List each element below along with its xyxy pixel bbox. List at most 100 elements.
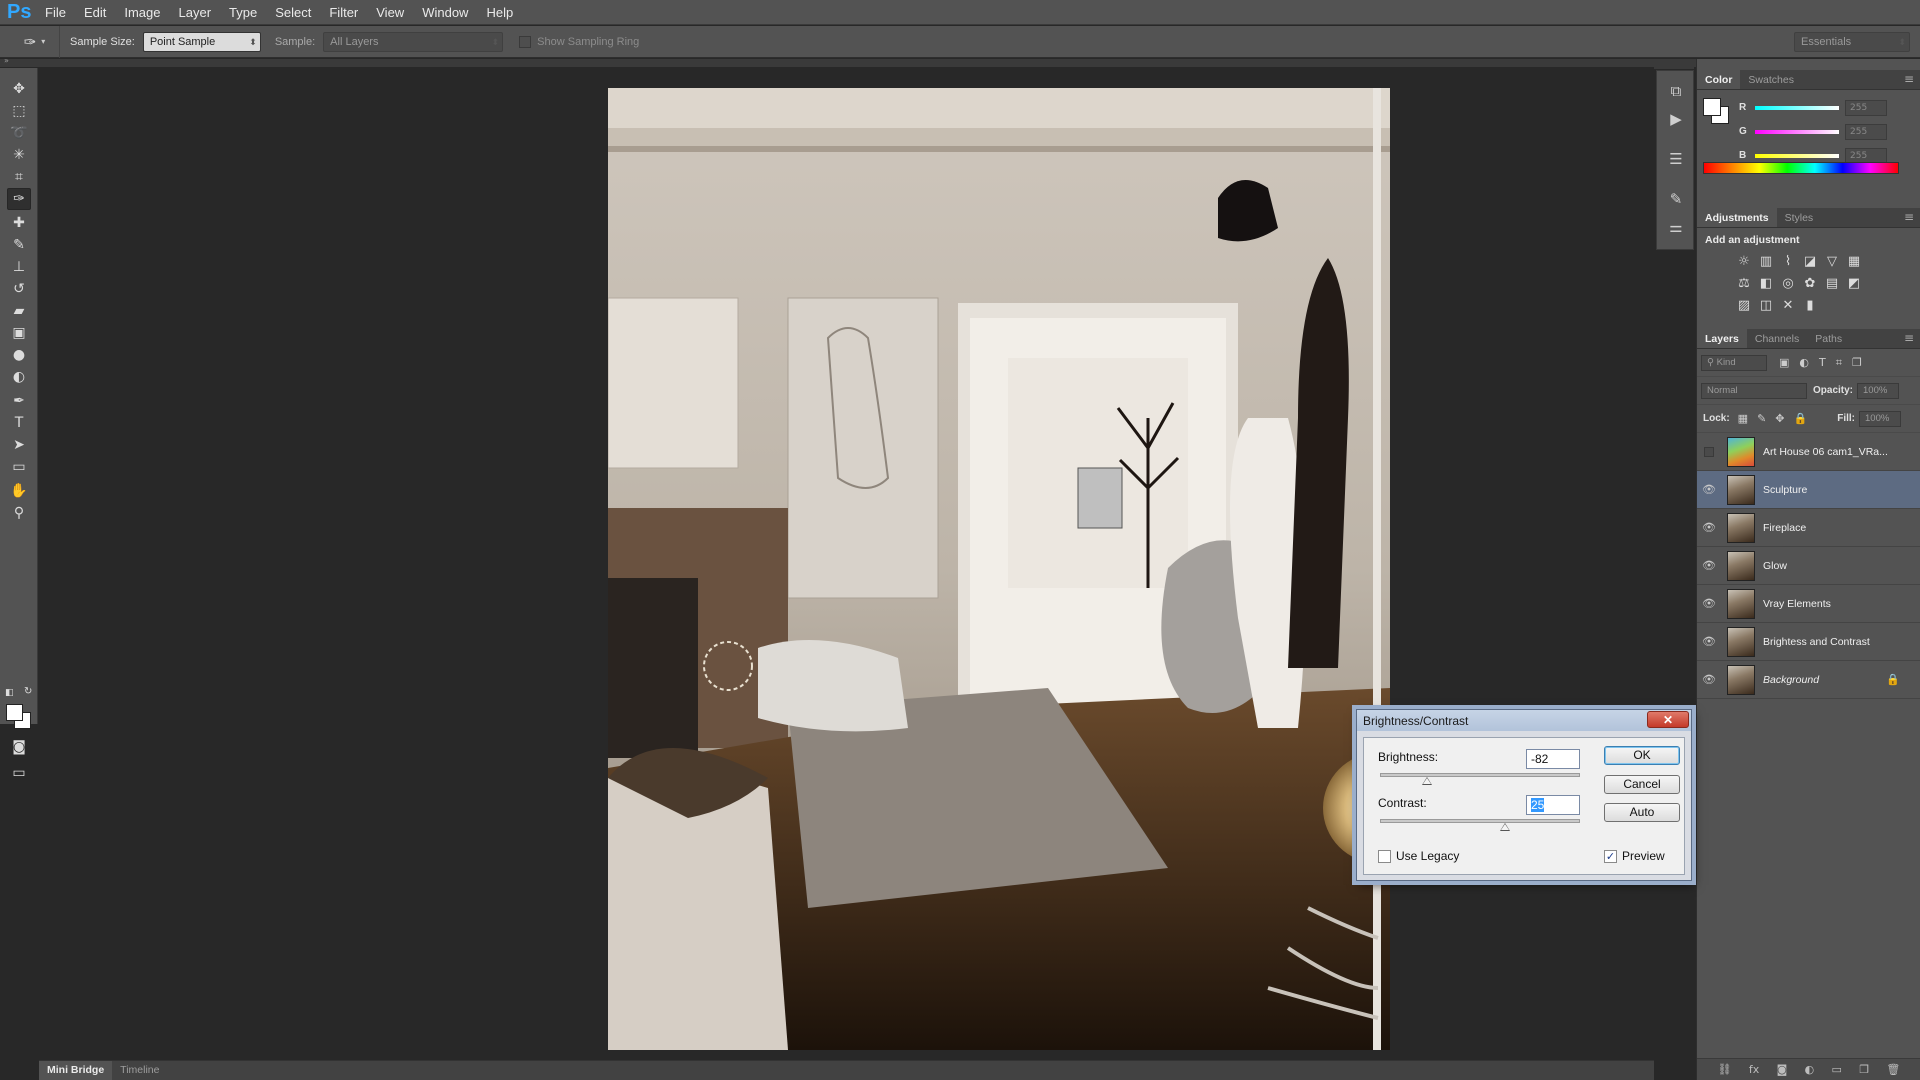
menu-file[interactable]: File [36, 0, 75, 25]
rectangle-tool[interactable]: ▭ [7, 456, 31, 478]
brightness-contrast-icon[interactable]: ☼ [1733, 250, 1755, 272]
channel-slider[interactable] [1755, 130, 1839, 134]
default-colors-icon[interactable]: ◧ [5, 688, 14, 698]
menu-window[interactable]: Window [413, 0, 477, 25]
menu-edit[interactable]: Edit [75, 0, 115, 25]
marquee-tool[interactable]: ⬚ [7, 100, 31, 122]
brush-presets-icon[interactable]: ⚌ [1666, 217, 1686, 237]
eyedropper-tool[interactable]: ✑ [7, 188, 31, 210]
tool-preset-picker[interactable]: ✑ ▾ [10, 25, 60, 58]
eye-icon[interactable]: 👁 [1697, 635, 1721, 648]
layer-row[interactable]: 👁 Brightess and Contrast [1697, 623, 1920, 661]
tab-styles[interactable]: Styles [1777, 208, 1822, 227]
trash-icon[interactable]: 🗑 [1886, 1063, 1900, 1076]
visibility-toggle[interactable] [1704, 446, 1714, 457]
brush-tool[interactable]: ✎ [7, 234, 31, 256]
layer-row[interactable]: 👁 Fireplace [1697, 509, 1920, 547]
layer-row[interactable]: 👁 Background 🔒 [1697, 661, 1920, 699]
type-tool[interactable]: T [7, 412, 31, 434]
use-legacy-checkbox[interactable] [1378, 850, 1391, 863]
channel-mixer-icon[interactable]: ✿ [1799, 272, 1821, 294]
menu-view[interactable]: View [367, 0, 413, 25]
workspace-select[interactable]: Essentials [1794, 32, 1910, 52]
screen-mode-button[interactable]: ▭ [7, 762, 31, 784]
color-lookup-icon[interactable]: ▤ [1821, 272, 1843, 294]
tab-color[interactable]: Color [1697, 70, 1741, 89]
group-icon[interactable]: ▭ [1831, 1063, 1841, 1076]
eye-icon[interactable]: 👁 [1697, 483, 1721, 496]
cancel-button[interactable]: Cancel [1604, 775, 1680, 794]
layer-row[interactable]: Art House 06 cam1_VRa... [1697, 433, 1920, 471]
document-canvas[interactable] [608, 88, 1390, 1050]
panel-menu-icon[interactable]: ≡ [1904, 210, 1914, 224]
brightness-slider-thumb[interactable] [1422, 777, 1432, 785]
new-layer-icon[interactable]: ❐ [1859, 1063, 1869, 1076]
swap-colors-icon[interactable]: ↻ [24, 686, 32, 697]
eye-icon[interactable]: 👁 [1697, 597, 1721, 610]
layer-row[interactable]: 👁 Vray Elements [1697, 585, 1920, 623]
threshold-icon[interactable]: ◫ [1755, 294, 1777, 316]
spot-healing-tool[interactable]: ✚ [7, 212, 31, 234]
zoom-tool[interactable]: ⚲ [7, 502, 31, 524]
menu-layer[interactable]: Layer [170, 0, 221, 25]
properties-panel-icon[interactable]: ☰ [1666, 149, 1686, 169]
fill-input[interactable]: 100% [1859, 410, 1901, 427]
show-sampling-ring-checkbox[interactable] [519, 35, 532, 48]
filter-pixel-icon[interactable]: ▣ [1779, 356, 1789, 369]
expand-arrows-icon[interactable]: » [4, 56, 9, 65]
hue-saturation-icon[interactable]: ▦ [1843, 250, 1865, 272]
actions-panel-icon[interactable]: ▶ [1666, 109, 1686, 129]
adjustment-layer-icon[interactable]: ◐ [1805, 1063, 1815, 1076]
brightness-input[interactable]: -82 [1526, 749, 1580, 769]
hand-tool[interactable]: ✋ [7, 480, 31, 502]
curves-icon[interactable]: ⌇ [1777, 250, 1799, 272]
eye-icon[interactable]: 👁 [1697, 559, 1721, 572]
sample-size-select[interactable]: Point Sample [142, 31, 261, 52]
black-white-icon[interactable]: ◧ [1755, 272, 1777, 294]
path-selection-tool[interactable]: ➤ [7, 434, 31, 456]
tab-layers[interactable]: Layers [1697, 329, 1747, 348]
blend-mode-select[interactable]: Normal [1701, 382, 1807, 399]
lock-position-icon[interactable]: ✥ [1775, 412, 1784, 425]
menu-filter[interactable]: Filter [320, 0, 367, 25]
history-brush-tool[interactable]: ↺ [7, 278, 31, 300]
layer-row[interactable]: 👁 Glow [1697, 547, 1920, 585]
mask-icon[interactable]: ◙ [1777, 1063, 1788, 1076]
menu-help[interactable]: Help [477, 0, 522, 25]
contrast-input[interactable]: 25 [1526, 795, 1580, 815]
channel-slider[interactable] [1755, 154, 1839, 158]
lasso-tool[interactable]: ➰ [7, 122, 31, 144]
filter-type-icon[interactable]: T [1819, 356, 1826, 369]
lock-all-icon[interactable]: 🔒 [1794, 412, 1808, 425]
move-tool[interactable]: ✥ [7, 78, 31, 100]
dialog-title-bar[interactable]: Brightness/Contrast ✕ [1357, 710, 1691, 731]
dock-collapse-strip[interactable] [1654, 59, 1694, 69]
auto-button[interactable]: Auto [1604, 803, 1680, 822]
kind-filter-select[interactable]: ⚲ Kind [1701, 354, 1767, 371]
channel-slider[interactable] [1755, 106, 1839, 110]
tab-paths[interactable]: Paths [1807, 329, 1850, 348]
menu-image[interactable]: Image [115, 0, 169, 25]
menu-select[interactable]: Select [266, 0, 320, 25]
eye-icon[interactable]: 👁 [1697, 673, 1721, 686]
photo-filter-icon[interactable]: ◎ [1777, 272, 1799, 294]
lock-transparency-icon[interactable]: ▦ [1738, 412, 1748, 425]
history-panel-icon[interactable]: ⧉ [1666, 81, 1686, 101]
tab-timeline[interactable]: Timeline [112, 1061, 167, 1080]
layer-row[interactable]: 👁 Sculpture [1697, 471, 1920, 509]
magic-wand-tool[interactable]: ✳ [7, 144, 31, 166]
dodge-tool[interactable]: ◐ [7, 366, 31, 388]
tab-mini-bridge[interactable]: Mini Bridge [39, 1061, 113, 1080]
color-balance-icon[interactable]: ⚖ [1733, 272, 1755, 294]
opacity-input[interactable]: 100% [1857, 382, 1900, 399]
selective-color-icon[interactable]: ✕ [1777, 294, 1799, 316]
gradient-map-icon[interactable]: ▮ [1799, 294, 1821, 316]
blur-tool[interactable]: ● [7, 344, 31, 366]
panel-menu-icon[interactable]: ≡ [1904, 331, 1914, 345]
preview-checkbox[interactable]: ✓ [1604, 850, 1617, 863]
posterize-icon[interactable]: ▨ [1733, 294, 1755, 316]
quick-mask-button[interactable]: ◙ [7, 736, 31, 758]
exposure-icon[interactable]: ◪ [1799, 250, 1821, 272]
foreground-swatch[interactable] [1703, 98, 1721, 116]
gradient-tool[interactable]: ▣ [7, 322, 31, 344]
